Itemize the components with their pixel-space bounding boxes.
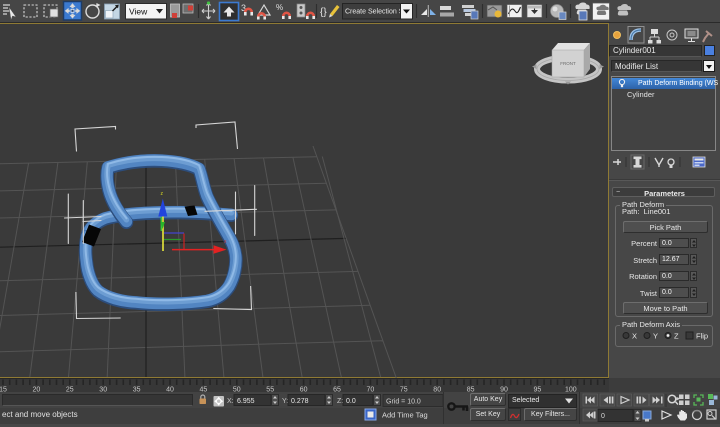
svg-text:0.278: 0.278 [291, 398, 309, 405]
svg-text:{}: {} [320, 7, 327, 18]
svg-text:%: % [276, 3, 283, 12]
svg-text:6.955: 6.955 [237, 398, 255, 405]
svg-text:Z: Z [674, 332, 679, 341]
svg-text:View: View [129, 7, 148, 17]
svg-text:X:: X: [227, 398, 234, 405]
svg-text:Add Time Tag: Add Time Tag [382, 411, 428, 420]
svg-text:Grid = 10.0: Grid = 10.0 [386, 399, 421, 406]
svg-text:0.0: 0.0 [346, 398, 356, 405]
svg-text:z: z [161, 191, 164, 197]
svg-text:Y:: Y: [282, 398, 288, 405]
svg-text:FRONT: FRONT [560, 61, 576, 66]
svg-text:Y: Y [653, 332, 658, 341]
svg-text:X: X [632, 332, 637, 341]
svg-text:0: 0 [601, 413, 605, 420]
svg-text:Create Selection Se: Create Selection Se [345, 9, 407, 16]
svg-text:Z:: Z: [337, 398, 343, 405]
svg-text:Flip: Flip [696, 332, 708, 341]
